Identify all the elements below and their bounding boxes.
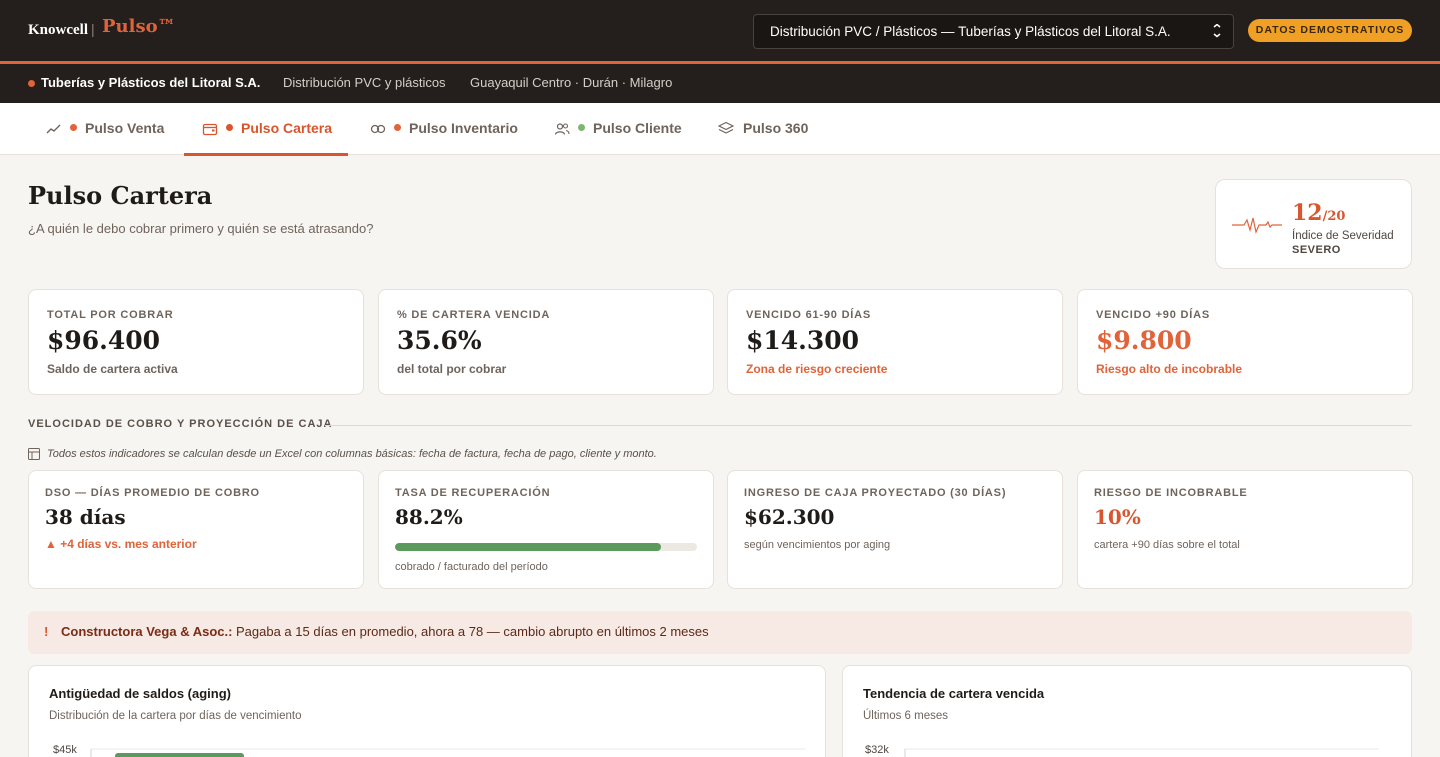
kpi-trend-note: ▲ +4 días vs. mes anterior <box>45 537 197 551</box>
users-icon <box>554 123 570 135</box>
severity-level: SEVERO <box>1292 244 1341 256</box>
severity-score-denominator: /20 <box>1322 209 1346 224</box>
aging-chart: $45k <box>53 744 805 757</box>
brand-separator: | <box>91 21 95 37</box>
y-tick-label: $45k <box>53 744 77 756</box>
alert-message: Pagaba a 15 días en promedio, ahora a 78… <box>236 624 709 639</box>
chart-subtitle: Distribución de la cartera por días de v… <box>49 710 302 722</box>
kpi-label: VENCIDO 61-90 DÍAS <box>746 309 872 321</box>
active-tab-indicator <box>184 153 348 156</box>
kpi-total-por-cobrar: TOTAL POR COBRAR $96.400 Saldo de carter… <box>28 289 364 395</box>
tab-pulso-360[interactable]: Pulso 360 <box>700 103 830 155</box>
kpi-ingreso-proyectado: INGRESO DE CAJA PROYECTADO (30 DÍAS) $62… <box>727 470 1063 589</box>
alert-banner[interactable]: ! Constructora Vega & Asoc.: Pagaba a 15… <box>28 611 1412 654</box>
tab-label: Pulso Venta <box>85 120 165 136</box>
kpi-value: 38 días <box>45 505 126 529</box>
kpi-value: $96.400 <box>47 326 161 355</box>
company-sector: Distribución PVC y plásticos <box>283 75 446 90</box>
kpi-label: INGRESO DE CAJA PROYECTADO (30 DÍAS) <box>744 487 1007 499</box>
spreadsheet-icon <box>28 448 40 460</box>
tab-label: Pulso Inventario <box>409 120 518 136</box>
top-bar: Knowcell | Pulso™ Distribución PVC / Plá… <box>0 0 1440 61</box>
trend-chart-card: Tendencia de cartera vencida Últimos 6 m… <box>842 665 1412 757</box>
alert-client-name: Constructora Vega & Asoc.: <box>61 624 233 639</box>
kpi-label: DSO — DÍAS PROMEDIO DE COBRO <box>45 487 260 499</box>
tab-status-dot <box>226 124 233 131</box>
tab-pulso-cliente[interactable]: Pulso Cliente <box>536 103 696 155</box>
kpi-cartera-vencida: % DE CARTERA VENCIDA 35.6% del total por… <box>378 289 714 395</box>
kpi-label: % DE CARTERA VENCIDA <box>397 309 551 321</box>
chart-title: Antigüedad de saldos (aging) <box>49 686 232 701</box>
kpi-label: VENCIDO +90 DÍAS <box>1096 309 1210 321</box>
company-select-value: Distribución PVC / Plásticos — Tuberías … <box>770 24 1171 39</box>
section-divider <box>325 425 1412 426</box>
kpi-note: según vencimientos por aging <box>744 539 891 551</box>
kpi-tasa-recuperacion: TASA DE RECUPERACIÓN 88.2% cobrado / fac… <box>378 470 714 589</box>
severity-score: 12/20 <box>1292 200 1345 226</box>
aging-bar[interactable] <box>115 753 244 757</box>
kpi-label: TOTAL POR COBRAR <box>47 309 174 321</box>
company-locations: Guayaquil Centro · Durán · Milagro <box>470 75 673 90</box>
kpi-note: del total por cobrar <box>397 362 507 376</box>
chart-title: Tendencia de cartera vencida <box>863 686 1045 701</box>
demo-data-badge: DATOS DEMOSTRATIVOS <box>1248 19 1412 42</box>
brand-knowcell[interactable]: Knowcell <box>28 22 88 39</box>
company-name: Tuberías y Plásticos del Litoral S.A. <box>41 75 261 90</box>
heartbeat-icon <box>1232 217 1282 234</box>
kpi-note: cartera +90 días sobre el total <box>1094 539 1240 551</box>
page-title: Pulso Cartera <box>28 181 213 210</box>
tab-label: Pulso 360 <box>743 120 809 136</box>
tab-label: Pulso Cliente <box>593 120 682 136</box>
kpi-label: RIESGO DE INCOBRABLE <box>1094 487 1248 499</box>
kpi-label: TASA DE RECUPERACIÓN <box>395 487 551 499</box>
tab-status-dot <box>394 124 401 131</box>
recovery-progress-fill <box>395 543 662 551</box>
kpi-note: Saldo de cartera activa <box>47 362 178 376</box>
kpi-value: 10% <box>1094 505 1141 529</box>
severity-score-value: 12 <box>1292 200 1323 226</box>
tab-status-dot <box>70 124 77 131</box>
trend-icon <box>46 124 61 134</box>
recovery-progress-bar <box>395 543 697 551</box>
section-title: VELOCIDAD DE COBRO Y PROYECCIÓN DE CAJA <box>28 418 333 430</box>
chart-subtitle: Últimos 6 meses <box>863 710 948 722</box>
company-select[interactable]: Distribución PVC / Plásticos — Tuberías … <box>753 14 1234 49</box>
module-tabs: Pulso Venta Pulso Cartera Pulso Inventar… <box>0 103 1440 156</box>
severity-label: Índice de Severidad <box>1292 230 1394 242</box>
chevron-down-icon <box>1213 24 1221 38</box>
company-bar: Tuberías y Plásticos del Litoral S.A. Di… <box>0 64 1440 103</box>
brand-pulso[interactable]: Pulso™ <box>102 16 176 37</box>
kpi-note: Riesgo alto de incobrable <box>1096 362 1243 376</box>
kpi-dso: DSO — DÍAS PROMEDIO DE COBRO 38 días ▲ +… <box>28 470 364 589</box>
kpi-vencido-90-plus: VENCIDO +90 DÍAS $9.800 Riesgo alto de i… <box>1077 289 1413 395</box>
wallet-icon <box>202 123 218 136</box>
kpi-note: cobrado / facturado del período <box>395 561 548 573</box>
tab-pulso-venta[interactable]: Pulso Venta <box>28 103 178 155</box>
status-dot <box>28 80 35 87</box>
page-subtitle: ¿A quién le debo cobrar primero y quién … <box>28 221 374 236</box>
severity-index-card: 12/20 Índice de Severidad SEVERO <box>1215 179 1412 269</box>
kpi-value: 88.2% <box>395 505 463 529</box>
layers-icon <box>718 121 734 134</box>
alert-icon: ! <box>44 624 49 639</box>
trend-chart: $32k <box>865 744 1379 757</box>
infinity-icon <box>370 124 386 134</box>
aging-chart-card: Antigüedad de saldos (aging) Distribució… <box>28 665 826 757</box>
tab-pulso-cartera[interactable]: Pulso Cartera <box>184 103 348 156</box>
tab-label: Pulso Cartera <box>241 120 333 136</box>
kpi-value: 35.6% <box>397 326 482 355</box>
kpi-value: $62.300 <box>744 505 835 529</box>
kpi-riesgo-incobrable: RIESGO DE INCOBRABLE 10% cartera +90 día… <box>1077 470 1413 589</box>
section-note: Todos estos indicadores se calculan desd… <box>47 448 657 460</box>
tab-status-dot <box>578 124 585 131</box>
kpi-note: Zona de riesgo creciente <box>746 362 888 376</box>
kpi-vencido-61-90: VENCIDO 61-90 DÍAS $14.300 Zona de riesg… <box>727 289 1063 395</box>
y-tick-label: $32k <box>865 744 889 756</box>
tab-pulso-inventario[interactable]: Pulso Inventario <box>352 103 532 155</box>
kpi-value: $9.800 <box>1096 326 1192 355</box>
kpi-value: $14.300 <box>746 326 860 355</box>
